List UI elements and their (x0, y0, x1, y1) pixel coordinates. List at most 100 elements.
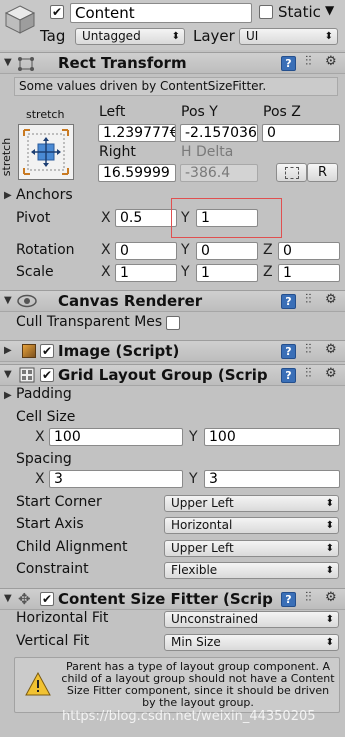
help-icon[interactable]: ? (281, 56, 296, 71)
highlight-box (171, 198, 282, 238)
start-axis-dropdown[interactable]: Horizontal ⬍ (164, 517, 339, 534)
vertical-fit-value: Min Size (171, 635, 221, 649)
blueprint-button[interactable] (276, 163, 307, 182)
start-axis-value: Horizontal (171, 518, 233, 532)
active-checkbox[interactable]: ✔ (50, 5, 64, 19)
content-size-fitter-header[interactable]: ▼ ✥ ✔ Content Size Fitter (Scrip ? ⫶⫶ ⚙ (0, 588, 345, 610)
presets-icon[interactable]: ⫶⫶ (305, 54, 312, 69)
foldout-open-icon[interactable]: ▼ (4, 593, 12, 604)
help-icon[interactable]: ? (281, 344, 296, 359)
rect-transform-icon (16, 55, 36, 77)
help-icon[interactable]: ? (281, 294, 296, 309)
start-corner-dropdown[interactable]: Upper Left ⬍ (164, 495, 339, 512)
cell-y-field[interactable]: 100 (204, 428, 340, 446)
updown-icon: ⬍ (325, 498, 334, 509)
pivot-label: Pivot (16, 210, 51, 226)
layer-dropdown[interactable]: UI ⬍ (239, 28, 338, 45)
spacing-y-axis: Y (189, 471, 198, 487)
anchors-label[interactable]: Anchors (16, 187, 73, 203)
watermark: https://blog.csdn.net/weixin_44350205 (62, 709, 316, 724)
pos-y-field[interactable]: -2.157036 (180, 124, 258, 142)
cull-transparent-checkbox[interactable] (166, 316, 180, 330)
padding-foldout-icon[interactable]: ▶ (4, 390, 12, 401)
name-field[interactable]: Content (70, 3, 252, 23)
left-field[interactable]: 1.239777€ (98, 124, 176, 142)
anchor-preset-widget[interactable]: stretch (0, 108, 74, 190)
cull-transparent-label: Cull Transparent Mes (16, 314, 163, 330)
start-corner-label: Start Corner (16, 494, 102, 510)
gear-icon[interactable]: ⚙ (325, 590, 337, 605)
vertical-fit-dropdown[interactable]: Min Size ⬍ (164, 634, 339, 651)
horizontal-fit-label: Horizontal Fit (16, 610, 109, 626)
pos-z-label: Pos Z (263, 104, 301, 120)
static-checkbox[interactable] (259, 5, 273, 19)
updown-icon: ⬍ (325, 520, 334, 531)
image-script-header[interactable]: ▶ ✔ Image (Script) ? ⫶⫶ ⚙ (0, 340, 345, 362)
driven-info-text: Some values driven by ContentSizeFitter. (19, 79, 267, 93)
horizontal-fit-dropdown[interactable]: Unconstrained ⬍ (164, 611, 339, 628)
presets-icon[interactable]: ⫶⫶ (305, 366, 312, 381)
foldout-closed-icon[interactable]: ▶ (4, 345, 12, 356)
layer-value: UI (246, 29, 259, 43)
anchor-side-text: stretch (0, 137, 14, 177)
gear-icon[interactable]: ⚙ (325, 292, 337, 307)
rot-x-field[interactable]: 0 (115, 242, 177, 260)
rect-transform-header[interactable]: ▼ Rect Transform ? ⫶⫶ ⚙ (0, 52, 345, 74)
foldout-open-icon[interactable]: ▼ (4, 369, 12, 380)
rot-x-axis: X (101, 242, 111, 258)
updown-icon: ⬍ (325, 637, 334, 648)
spacing-x-field[interactable]: 3 (49, 470, 183, 488)
gameobject-header: ✔ Content Static ▼ Tag Untagged ⬍ Layer U… (0, 0, 345, 50)
scale-y-field[interactable]: 1 (196, 264, 258, 282)
rot-y-field[interactable]: 0 (196, 242, 258, 260)
cell-size-label: Cell Size (16, 409, 76, 425)
updown-icon: ⬍ (325, 543, 334, 554)
rot-z-field[interactable]: 0 (278, 242, 340, 260)
presets-icon[interactable]: ⫶⫶ (305, 342, 312, 357)
rot-y-axis: Y (181, 242, 190, 258)
driven-info-box: Some values driven by ContentSizeFitter. (14, 77, 338, 96)
gear-icon[interactable]: ⚙ (325, 342, 337, 357)
rect-transform-title: Rect Transform (58, 54, 187, 72)
scale-z-field[interactable]: 1 (278, 264, 340, 282)
scale-label: Scale (16, 264, 54, 280)
cell-x-axis: X (35, 429, 45, 445)
rotation-label: Rotation (16, 242, 75, 258)
right-field[interactable]: 16.59999 (98, 164, 176, 182)
canvas-renderer-header[interactable]: ▼ Canvas Renderer ? ⫶⫶ ⚙ (0, 290, 345, 312)
spacing-y-field[interactable]: 3 (204, 470, 340, 488)
scale-x-field[interactable]: 1 (115, 264, 177, 282)
presets-icon[interactable]: ⫶⫶ (305, 590, 312, 605)
gear-icon[interactable]: ⚙ (325, 366, 337, 381)
anchor-preset-box[interactable] (18, 124, 74, 180)
content-size-fitter-enabled-checkbox[interactable]: ✔ (40, 592, 54, 606)
foldout-open-icon[interactable]: ▼ (4, 57, 12, 68)
foldout-open-icon[interactable]: ▼ (4, 295, 12, 306)
right-label: Right (99, 144, 136, 160)
help-icon[interactable]: ? (281, 368, 296, 383)
presets-icon[interactable]: ⫶⫶ (305, 292, 312, 307)
tag-dropdown[interactable]: Untagged ⬍ (75, 28, 185, 45)
constraint-dropdown[interactable]: Flexible ⬍ (164, 562, 339, 579)
child-alignment-value: Upper Left (171, 541, 234, 555)
help-icon[interactable]: ? (281, 592, 296, 607)
anchors-foldout-icon[interactable]: ▶ (4, 190, 12, 201)
start-axis-label: Start Axis (16, 516, 84, 532)
pos-z-field[interactable]: 0 (262, 124, 340, 142)
horizontal-fit-value: Unconstrained (171, 612, 259, 626)
static-dropdown-arrow-icon[interactable]: ▼ (325, 3, 334, 17)
padding-label[interactable]: Padding (16, 386, 72, 402)
grid-layout-header[interactable]: ▼ ✔ Grid Layout Group (Scrip ? ⫶⫶ ⚙ (0, 364, 345, 386)
pivot-x-field[interactable]: 0.5 (115, 209, 177, 227)
grid-layout-enabled-checkbox[interactable]: ✔ (40, 368, 54, 382)
image-enabled-checkbox[interactable]: ✔ (40, 344, 54, 358)
warning-text: Parent has a type of layout group compon… (61, 660, 335, 709)
updown-icon: ⬍ (171, 31, 180, 42)
gear-icon[interactable]: ⚙ (325, 54, 337, 69)
scale-z-axis: Z (263, 264, 273, 280)
rot-z-axis: Z (263, 242, 273, 258)
child-alignment-dropdown[interactable]: Upper Left ⬍ (164, 540, 339, 557)
cell-x-field[interactable]: 100 (49, 428, 183, 446)
raw-edit-button[interactable]: R (307, 163, 338, 182)
pos-y-label: Pos Y (181, 104, 218, 120)
